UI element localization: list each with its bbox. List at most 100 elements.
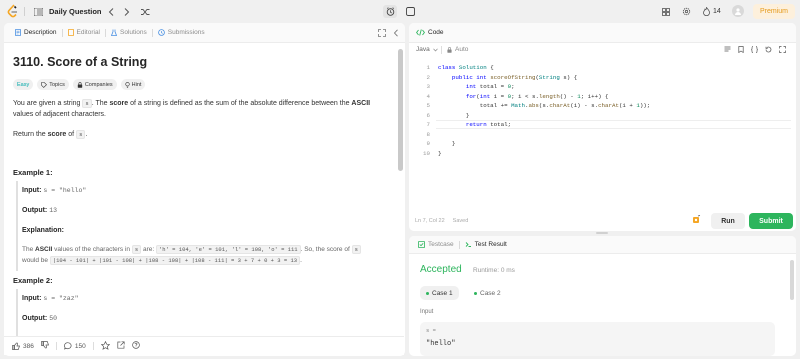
share-icon (117, 341, 125, 349)
tab-code[interactable]: Code (414, 29, 449, 36)
line-number: 9 (426, 140, 430, 147)
topics-chip[interactable]: Topics (37, 79, 69, 90)
value: 13 (49, 207, 58, 214)
shuffle-icon[interactable] (139, 6, 151, 17)
format-icon[interactable] (724, 46, 731, 55)
example-1-input: Input: s = "hello" (22, 187, 86, 194)
inline-code: s (82, 99, 92, 108)
comment-count: 150 (74, 342, 86, 350)
next-problem-icon[interactable] (122, 6, 132, 17)
problem-list-title[interactable]: Daily Question (49, 5, 102, 18)
pass-dot (426, 291, 429, 295)
example-2-title: Example 2: (13, 276, 53, 285)
problem-list-icon[interactable] (32, 6, 44, 17)
help-button[interactable] (131, 341, 140, 351)
value: 50 (49, 315, 58, 322)
fullscreen-icon[interactable] (779, 46, 786, 55)
line-number: 2 (426, 73, 430, 81)
tab-solutions[interactable]: Solutions (106, 29, 152, 36)
divider (92, 342, 94, 350)
favorite-button[interactable] (100, 340, 111, 352)
dislike-button[interactable] (41, 341, 49, 351)
top-nav-bar: Daily Question 14 Premium (0, 0, 800, 23)
editor-toolbar (724, 46, 786, 55)
streak-count: 14 (713, 8, 721, 15)
tab-label: Solutions (120, 29, 147, 36)
code-line: } (438, 149, 442, 157)
notes-icon[interactable] (404, 5, 416, 18)
description-tab-bar: Description Editorial Solutions Submissi… (4, 23, 405, 43)
user-avatar[interactable] (732, 5, 744, 17)
bold-text: ASCII (35, 246, 53, 253)
line-number: 4 (426, 92, 430, 100)
example-1-output: Output: 13 (22, 207, 57, 214)
line-number: 1 (426, 64, 430, 71)
leetcode-logo-icon[interactable] (6, 4, 20, 18)
chip-label: Hint (131, 81, 142, 88)
premium-button[interactable]: Premium (753, 4, 795, 19)
like-button[interactable]: 386 (12, 342, 34, 350)
example-1-explanation-cont: would be |104 - 101| + |101 - 108| + |10… (22, 256, 302, 265)
terminal-icon (465, 242, 471, 247)
language-label: Java (416, 46, 430, 53)
lock-icon (447, 46, 452, 53)
example-1-explanation-label: Explanation: (22, 227, 64, 234)
expand-panel-icon[interactable] (378, 29, 386, 39)
book-icon (67, 29, 74, 36)
description-scrollbar[interactable] (398, 49, 403, 171)
autosave-toggle[interactable]: Auto (447, 46, 468, 53)
flask-icon (111, 29, 117, 36)
tab-submissions[interactable]: Submissions (153, 29, 210, 36)
tag-icon (41, 81, 48, 88)
result-tab-bar: Testcase Test Result (409, 236, 796, 254)
problem-title[interactable]: 3110. Score of a String (13, 55, 147, 69)
case-1-tab[interactable]: Case 1 (420, 286, 459, 300)
result-scrollbar[interactable] (790, 260, 794, 300)
layout-grid-icon[interactable] (660, 6, 671, 17)
reset-icon[interactable] (765, 46, 772, 55)
case-2-tab[interactable]: Case 2 (468, 286, 507, 300)
braces-icon[interactable] (751, 46, 758, 55)
submit-button[interactable]: Submit (749, 213, 793, 229)
timer-icon[interactable] (383, 5, 397, 18)
text: The (22, 246, 36, 253)
description-footer: 386 150 (4, 336, 404, 355)
comment-icon (63, 342, 72, 350)
collapse-panel-icon[interactable] (393, 29, 399, 39)
editor-status: Ln 7, Col 22 Saved (415, 218, 468, 224)
divider (24, 7, 25, 16)
streak-flame-icon[interactable] (702, 6, 711, 17)
star-icon (100, 340, 111, 350)
run-button[interactable]: Run (711, 213, 745, 229)
comments-button[interactable]: 150 (63, 342, 86, 350)
inline-code: |104 - 101| + |101 - 108| + |108 - 108| … (49, 256, 301, 265)
hint-chip[interactable]: Hint (120, 79, 146, 90)
verdict-status: Accepted (420, 264, 462, 275)
code-line: for(int i = 0; i < s.length() - 1; i++) … (465, 92, 609, 100)
document-icon (15, 29, 21, 36)
inline-code: s (131, 245, 142, 254)
text: values of the characters in (52, 246, 132, 253)
companies-chip[interactable]: Companies (72, 79, 117, 90)
resize-handle[interactable] (596, 232, 608, 234)
prev-problem-icon[interactable] (106, 6, 116, 17)
text: . (300, 257, 302, 264)
code-line: total += Math.abs(s.charAt(i) - s.charAt… (438, 102, 651, 109)
tab-label: Code (428, 29, 444, 36)
settings-gear-icon[interactable] (681, 6, 692, 17)
code-line: } (438, 111, 470, 119)
bookmark-icon[interactable] (738, 46, 744, 55)
tab-test-result[interactable]: Test Result (460, 241, 512, 248)
tab-description[interactable]: Description (10, 29, 62, 36)
share-button[interactable] (117, 341, 125, 351)
inline-code: s (76, 130, 86, 139)
label: Output: (22, 315, 48, 322)
debugger-icon[interactable] (692, 215, 701, 226)
language-select[interactable]: Java (416, 46, 438, 53)
text: of a string is defined as the sum of the… (128, 100, 352, 107)
label: Input: (22, 295, 42, 302)
cursor-position: Ln 7, Col 22 (415, 218, 445, 224)
tab-testcase[interactable]: Testcase (413, 241, 459, 248)
tab-editorial[interactable]: Editorial (63, 29, 105, 36)
